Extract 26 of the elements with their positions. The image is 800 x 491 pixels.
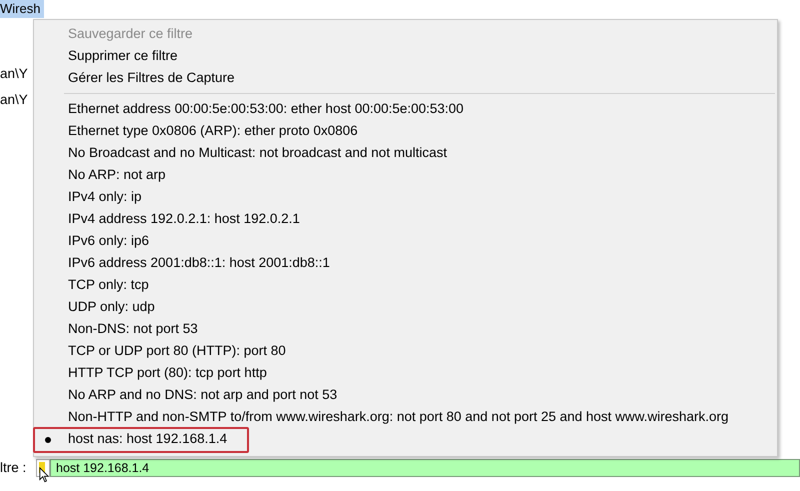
menu-item[interactable]: IPv6 only: ip6 <box>34 230 777 252</box>
menu-item[interactable]: IPv6 address 2001:db8::1: host 2001:db8::1 <box>34 252 777 274</box>
menu-item[interactable]: No ARP and no DNS: not arp and port not 53 <box>34 384 777 406</box>
filter-label: ltre : <box>0 460 28 476</box>
menu-item[interactable]: Ethernet address 00:00:5e:00:53:00: ether host 00:00:5e:00:53:00 <box>34 98 777 120</box>
bullet-icon <box>45 437 51 443</box>
filter-field[interactable]: host 192.168.1.4 <box>50 459 800 477</box>
window-title: Wiresh <box>0 0 44 18</box>
menu-item[interactable]: Ethernet type 0x0806 (ARP): ether proto 0x0806 <box>34 120 777 142</box>
path-text: an\Y <box>0 66 28 82</box>
menu-item[interactable]: TCP or UDP port 80 (HTTP): port 80 <box>34 340 777 362</box>
menu-item[interactable]: TCP only: tcp <box>34 274 777 296</box>
menu-item[interactable]: No Broadcast and no Multicast: not broadcast and not multicast <box>34 142 777 164</box>
menu-item[interactable]: No ARP: not arp <box>34 164 777 186</box>
cursor-icon <box>39 467 49 483</box>
menu-item[interactable]: host nas: host 192.168.1.4 <box>34 428 777 450</box>
path-text: an\Y <box>0 92 28 108</box>
menu-item[interactable]: Non-HTTP and non-SMTP to/from www.wireshark.org: not port 80 and not port 25 and host www.wireshark.org <box>34 406 777 428</box>
menu-item[interactable]: IPv4 address 192.0.2.1: host 192.0.2.1 <box>34 208 777 230</box>
menu-item: Sauvegarder ce filtre <box>67 25 194 43</box>
menu-item[interactable]: Gérer les Filtres de Capture <box>34 67 777 89</box>
menu-item[interactable]: IPv4 only: ip <box>34 186 777 208</box>
menu-item[interactable]: UDP only: udp <box>34 296 777 318</box>
menu-item[interactable]: Supprimer ce filtre <box>34 45 777 67</box>
menu-item[interactable]: HTTP TCP port (80): tcp port http <box>34 362 777 384</box>
menu-item[interactable]: Non-DNS: not port 53 <box>34 318 777 340</box>
